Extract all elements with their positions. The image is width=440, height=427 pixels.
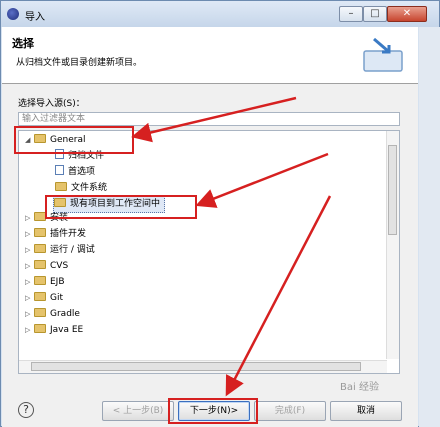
minimize-button[interactable]: –	[339, 6, 363, 22]
folder-icon	[34, 324, 46, 333]
tree-item-cvs[interactable]: ▷ CVS	[25, 259, 68, 274]
page-description: 从归档文件或目录创建新项目。	[16, 58, 143, 68]
folder-icon	[55, 182, 67, 191]
close-button[interactable]: ✕	[387, 6, 427, 22]
tree-item-label: EJB	[50, 277, 65, 287]
expand-icon[interactable]: ▷	[25, 323, 34, 338]
tree-item-java-ee[interactable]: ▷ Java EE	[25, 323, 83, 338]
folder-icon	[34, 260, 46, 269]
window-title: 导入	[25, 12, 45, 23]
folder-icon	[34, 228, 46, 237]
preferences-icon	[55, 165, 64, 175]
tree-item-ejb[interactable]: ▷ EJB	[25, 275, 65, 290]
maximize-button[interactable]: □	[363, 6, 387, 22]
import-source-tree[interactable]: ◢ General 归档文件 首选项 文件系统 现有项目到工作空间中 ▷ 安装 ▷ 插…	[18, 130, 400, 374]
source-label: 选择导入源(S)：	[18, 99, 85, 109]
vertical-scrollbar[interactable]	[386, 131, 399, 359]
tree-item-label: 运行 / 调试	[50, 245, 95, 255]
filter-input[interactable]: 输入过滤器文本	[18, 112, 400, 126]
tree-item-git[interactable]: ▷ Git	[25, 291, 63, 306]
tree-item-label: 文件系统	[71, 183, 108, 193]
background-window-edge	[419, 27, 440, 427]
tree-item-label: CVS	[50, 261, 69, 271]
tree-item-label: 插件开发	[50, 229, 87, 239]
highlight-box-general	[14, 126, 134, 154]
horizontal-scrollbar[interactable]	[19, 360, 387, 373]
page-title: 选择	[12, 37, 34, 50]
highlight-box-existing-projects	[45, 195, 197, 219]
expand-icon[interactable]: ▷	[25, 307, 34, 322]
tree-item-run-debug[interactable]: ▷ 运行 / 调试	[25, 243, 95, 258]
expand-icon[interactable]: ▷	[25, 275, 34, 290]
folder-icon	[34, 308, 46, 317]
expand-icon[interactable]: ▷	[25, 259, 34, 274]
tree-item-label: Java EE	[50, 325, 84, 335]
tree-item-plugin-dev[interactable]: ▷ 插件开发	[25, 227, 86, 242]
tree-item-filesystem[interactable]: 文件系统	[55, 181, 107, 196]
cancel-button[interactable]: 取消	[330, 401, 402, 421]
tree-item-label: Gradle	[50, 309, 80, 319]
back-button[interactable]: < 上一步(B)	[102, 401, 174, 421]
expand-icon[interactable]: ▷	[25, 211, 34, 226]
tree-item-gradle[interactable]: ▷ Gradle	[25, 307, 80, 322]
folder-icon	[34, 276, 46, 285]
import-wizard-icon	[363, 37, 403, 72]
title-bar[interactable]: 导入 – □ ✕	[1, 1, 439, 27]
expand-icon[interactable]: ▷	[25, 243, 34, 258]
vertical-scroll-thumb[interactable]	[388, 145, 397, 235]
tree-item-label: Git	[50, 293, 64, 303]
folder-icon	[34, 244, 46, 253]
tree-item-label: 首选项	[68, 167, 96, 177]
help-icon[interactable]: ?	[18, 402, 34, 418]
wizard-header: 选择 从归档文件或目录创建新项目。	[2, 27, 418, 83]
highlight-box-next	[168, 398, 258, 424]
folder-icon	[34, 292, 46, 301]
tree-item-preferences[interactable]: 首选项	[55, 165, 95, 180]
eclipse-icon	[7, 8, 19, 20]
expand-icon[interactable]: ▷	[25, 227, 34, 242]
expand-icon[interactable]: ▷	[25, 291, 34, 306]
watermark: Bai 经验	[340, 382, 379, 393]
finish-button[interactable]: 完成(F)	[254, 401, 326, 421]
horizontal-scroll-thumb[interactable]	[31, 362, 361, 371]
